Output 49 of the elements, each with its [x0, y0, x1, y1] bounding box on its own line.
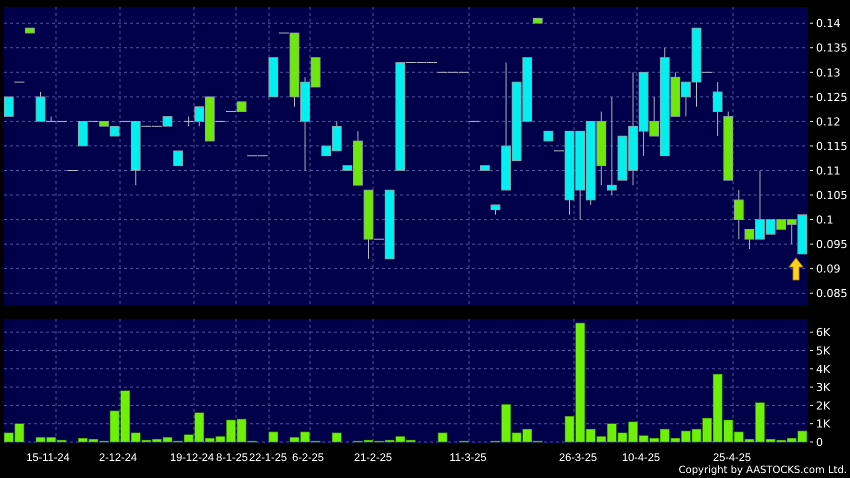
- candlestick: [490, 204, 500, 216]
- candlestick: [469, 120, 480, 122]
- date-label: 21-2-25: [354, 452, 392, 464]
- axis-label: 2K: [816, 399, 830, 412]
- axis-label: 0.14: [816, 17, 840, 30]
- candlestick: [173, 150, 183, 166]
- volume-bar: [438, 432, 448, 442]
- axis-label: 0.13: [816, 66, 840, 80]
- axis-label: 0.095: [816, 238, 848, 252]
- axis-label: 0.1: [816, 214, 834, 227]
- candlestick: [712, 82, 723, 137]
- date-label: 11-3-25: [449, 452, 487, 464]
- date-label: 15-11-24: [26, 452, 70, 464]
- axis-label: 1K: [816, 418, 830, 431]
- candlestick: [4, 96, 14, 117]
- axis-label: 0.115: [816, 140, 848, 153]
- axis-label: 0: [816, 436, 823, 449]
- axis-label: 4K: [816, 362, 830, 376]
- axis-label: 0.125: [816, 90, 848, 104]
- date-label: 8-1-25: [216, 452, 248, 464]
- axis-label: 0.105: [816, 189, 848, 202]
- candlestick: [67, 170, 78, 171]
- date-label: 6-2-25: [292, 452, 324, 464]
- candlestick: [543, 130, 554, 142]
- date-label: 22-1-25: [249, 452, 287, 464]
- candlestick: [268, 57, 278, 98]
- volume-bar: [268, 432, 278, 442]
- candlestick: [480, 165, 490, 171]
- axis-label: 0.09: [816, 262, 840, 276]
- date-label: 26-3-25: [559, 452, 597, 464]
- axis-label: 3K: [816, 381, 830, 394]
- up-arrow-icon: [788, 257, 804, 280]
- axis-label: 6K: [816, 326, 830, 340]
- date-label: 19-12-24: [170, 452, 214, 464]
- candlestick: [723, 111, 734, 181]
- axis-label: 0.11: [816, 164, 840, 178]
- axis-label: 0.12: [816, 115, 840, 128]
- axis-label: 0.085: [816, 287, 848, 300]
- candlestick: [14, 82, 24, 83]
- candlestick: [522, 57, 532, 122]
- date-label: 25-4-25: [713, 452, 751, 464]
- date-label: 2-12-24: [99, 452, 137, 464]
- axis-label: 5K: [816, 344, 830, 358]
- candlestick: [25, 28, 35, 34]
- volume-bar: [332, 432, 342, 442]
- date-label: 10-4-25: [622, 452, 660, 464]
- axis-label: 0.135: [816, 42, 848, 55]
- candlestick: [532, 18, 543, 24]
- copyright-text: Copyright by AASTOCKS.com Ltd.: [678, 464, 847, 478]
